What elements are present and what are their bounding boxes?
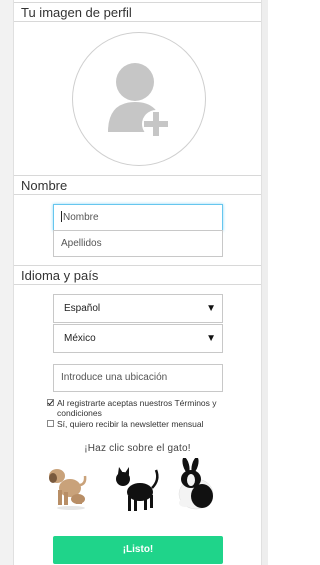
text-caret xyxy=(61,211,62,222)
country-select[interactable]: México ▼ xyxy=(53,324,223,353)
newsletter-row: Sí, quiero recibir la newsletter mensual xyxy=(47,419,261,430)
signup-panel: Tu imagen de perfil Nombre Nombre Apelli… xyxy=(14,0,261,565)
dog-option[interactable] xyxy=(44,458,98,514)
avatar-upload[interactable] xyxy=(72,32,206,166)
profile-section-title: Tu imagen de perfil xyxy=(14,2,261,22)
language-select[interactable]: Español ▼ xyxy=(53,294,223,323)
dropdown-arrow-icon: ▼ xyxy=(206,303,216,314)
last-name-input[interactable]: Apellidos xyxy=(53,230,223,257)
cat-option[interactable] xyxy=(110,462,164,518)
newsletter-checkbox[interactable] xyxy=(47,420,54,427)
locale-section-title: Idioma y país xyxy=(14,265,261,285)
submit-button[interactable]: ¡Listo! xyxy=(53,536,223,564)
add-user-icon xyxy=(108,63,170,138)
terms-checkbox[interactable] xyxy=(47,399,54,406)
newsletter-label: Sí, quiero recibir la newsletter mensual xyxy=(57,419,204,429)
country-value: México xyxy=(64,333,96,344)
terms-label: Al registrarte aceptas nuestros Términos… xyxy=(57,398,217,418)
pet-prompt: ¡Haz clic sobre el gato! xyxy=(84,443,191,454)
first-name-input[interactable]: Nombre xyxy=(53,204,223,231)
left-sidebar xyxy=(0,0,14,565)
dropdown-arrow-icon: ▼ xyxy=(206,333,216,344)
terms-row: Al registrarte aceptas nuestros Términos… xyxy=(47,398,261,418)
last-name-placeholder: Apellidos xyxy=(61,238,102,249)
first-name-placeholder: Nombre xyxy=(63,212,99,223)
scrollbar[interactable] xyxy=(261,0,268,565)
location-placeholder: Introduce una ubicación xyxy=(61,372,168,383)
rabbit-option[interactable] xyxy=(171,458,225,514)
language-value: Español xyxy=(64,303,101,314)
name-section-title: Nombre xyxy=(14,175,261,195)
location-input[interactable]: Introduce una ubicación xyxy=(53,364,223,392)
